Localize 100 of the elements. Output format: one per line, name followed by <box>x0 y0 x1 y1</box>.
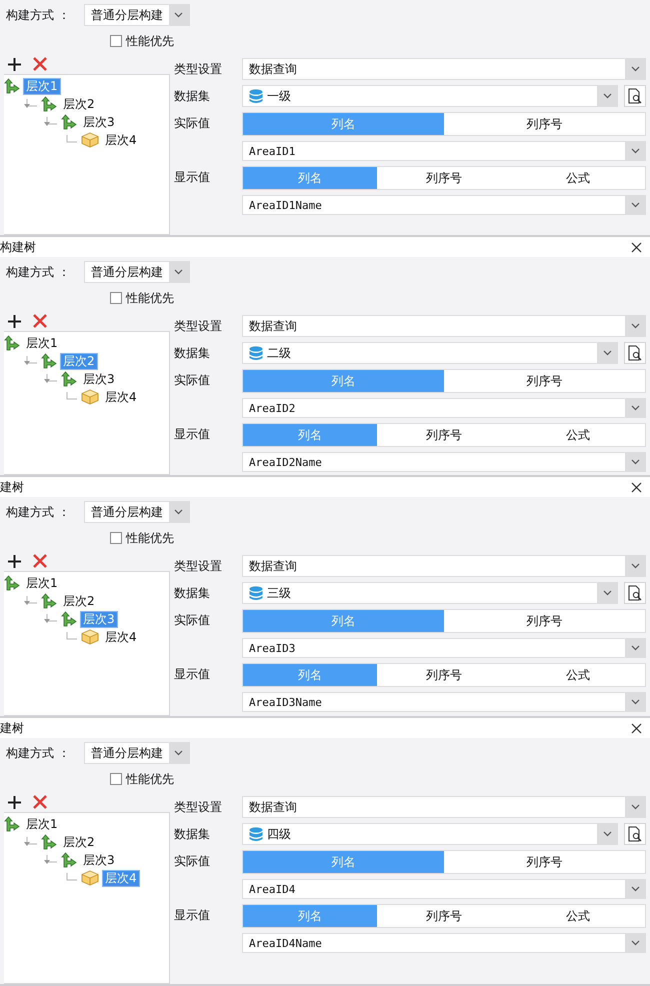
window-title: 构建树 <box>0 238 36 256</box>
tree-item[interactable]: 层次2 <box>60 592 98 610</box>
tree-item[interactable]: 层次1 <box>23 816 61 832</box>
document-search-icon <box>628 345 642 361</box>
delete-button[interactable] <box>33 314 47 328</box>
delete-button[interactable] <box>33 554 47 568</box>
delete-icon <box>33 57 47 71</box>
dataset-dropdown[interactable]: 二级 <box>242 342 618 364</box>
type-setting-dropdown[interactable]: 数据查询 <box>242 555 646 577</box>
delete-button[interactable] <box>33 57 47 71</box>
plus-icon <box>8 554 21 568</box>
display-value-dropdown[interactable]: AreaID1Name <box>242 195 646 215</box>
preview-button[interactable] <box>624 823 646 845</box>
dataset-dropdown[interactable]: 一级 <box>242 85 618 107</box>
chevron-down-icon <box>174 269 184 275</box>
display-value-dropdown[interactable]: AreaID2Name <box>242 452 646 472</box>
type-setting-label: 类型设置 <box>174 558 223 574</box>
chevron-down-icon <box>630 940 640 946</box>
tree-item[interactable]: 层次1 <box>23 334 61 352</box>
add-button[interactable] <box>8 554 21 568</box>
dataset-dropdown[interactable]: 三级 <box>242 582 618 604</box>
tree-item[interactable]: 层次4 <box>102 132 140 148</box>
chevron-down-icon <box>174 750 184 756</box>
build-mode-dropdown[interactable]: 普通分层构建 <box>84 742 190 764</box>
chevron-down-icon <box>630 459 640 465</box>
checkbox[interactable] <box>110 35 122 47</box>
type-setting-dropdown[interactable]: 数据查询 <box>242 315 646 337</box>
checkbox-label: 性能优先 <box>126 290 174 306</box>
actual-value-dropdown[interactable]: AreaID2 <box>242 398 646 418</box>
tree-line <box>24 356 38 366</box>
dataset-dropdown[interactable]: 四级 <box>242 823 618 845</box>
actual-value-label: 实际值 <box>174 612 211 628</box>
actual-value-dropdown[interactable]: AreaID3 <box>242 638 646 658</box>
actual-value-dropdown[interactable]: AreaID4 <box>242 879 646 899</box>
chevron-down-icon <box>630 563 640 569</box>
delete-icon <box>33 554 47 568</box>
actual-value-dropdown[interactable]: AreaID1 <box>242 141 646 161</box>
preview-button[interactable] <box>624 342 646 364</box>
build-mode-dropdown[interactable]: 普通分层构建 <box>84 261 190 283</box>
tree-item[interactable]: 层次3 <box>80 852 118 868</box>
chevron-down-icon <box>602 831 612 837</box>
tree-item[interactable]: 层次4 <box>102 628 140 646</box>
chevron-down-icon <box>630 323 640 329</box>
display-value-dropdown[interactable]: AreaID3Name <box>242 692 646 712</box>
tree-line <box>64 392 78 402</box>
checkbox[interactable] <box>110 773 122 785</box>
add-button[interactable] <box>8 58 21 70</box>
branch-arrow-icon <box>41 593 57 609</box>
checkbox[interactable] <box>110 292 122 304</box>
cube-icon <box>81 132 99 148</box>
delete-button[interactable] <box>33 795 47 809</box>
database-icon <box>249 346 263 360</box>
chevron-down-icon <box>630 66 640 72</box>
build-mode-label: 构建方式 ： <box>6 744 70 762</box>
database-icon <box>249 586 263 600</box>
actual-value-label: 实际值 <box>174 372 211 388</box>
close-button[interactable] <box>631 242 642 252</box>
chevron-down-icon <box>602 350 612 356</box>
branch-arrow-icon <box>4 816 20 832</box>
document-search-icon <box>628 88 642 104</box>
checkbox[interactable] <box>110 532 122 544</box>
close-button[interactable] <box>631 482 642 492</box>
build-mode-dropdown[interactable]: 普通分层构建 <box>84 4 190 26</box>
tree-item[interactable]: 层次2 <box>60 834 98 850</box>
tree-item[interactable]: 层次2 <box>60 96 98 112</box>
build-mode-label: 构建方式 ： <box>6 6 70 24</box>
plus-icon <box>8 796 21 808</box>
display-value-label: 显示值 <box>174 906 211 924</box>
add-button[interactable] <box>8 314 21 328</box>
chevron-down-icon <box>174 509 184 515</box>
preview-button[interactable] <box>624 582 646 604</box>
tree-item[interactable]: 层次3 <box>80 370 118 388</box>
dataset-label: 数据集 <box>174 584 211 602</box>
tree-line <box>64 873 78 883</box>
document-search-icon <box>628 585 642 601</box>
type-setting-dropdown[interactable]: 数据查询 <box>242 796 646 818</box>
cube-icon <box>81 870 99 886</box>
branch-arrow-icon <box>41 96 57 112</box>
display-value-dropdown[interactable]: AreaID4Name <box>242 933 646 953</box>
cube-icon <box>81 629 99 645</box>
window-title: 建树 <box>0 720 24 736</box>
plus-icon <box>8 58 21 70</box>
window-title: 建树 <box>0 478 24 496</box>
close-button[interactable] <box>631 722 642 734</box>
tree-item[interactable]: 层次3 <box>80 114 118 130</box>
close-icon <box>631 242 642 252</box>
branch-arrow-icon <box>4 78 20 94</box>
tree-item[interactable]: 层次4 <box>102 388 140 406</box>
tree-item[interactable]: 层次1 <box>23 574 61 592</box>
cube-icon <box>81 389 99 405</box>
build-mode-dropdown[interactable]: 普通分层构建 <box>84 501 190 523</box>
add-button[interactable] <box>8 796 21 808</box>
branch-arrow-icon <box>41 353 57 369</box>
tree-line <box>24 596 38 606</box>
dataset-label: 数据集 <box>174 344 211 362</box>
type-setting-dropdown[interactable]: 数据查询 <box>242 58 646 80</box>
database-icon <box>249 826 263 842</box>
branch-arrow-icon <box>61 852 77 868</box>
preview-button[interactable] <box>624 85 646 107</box>
branch-arrow-icon <box>61 114 77 130</box>
